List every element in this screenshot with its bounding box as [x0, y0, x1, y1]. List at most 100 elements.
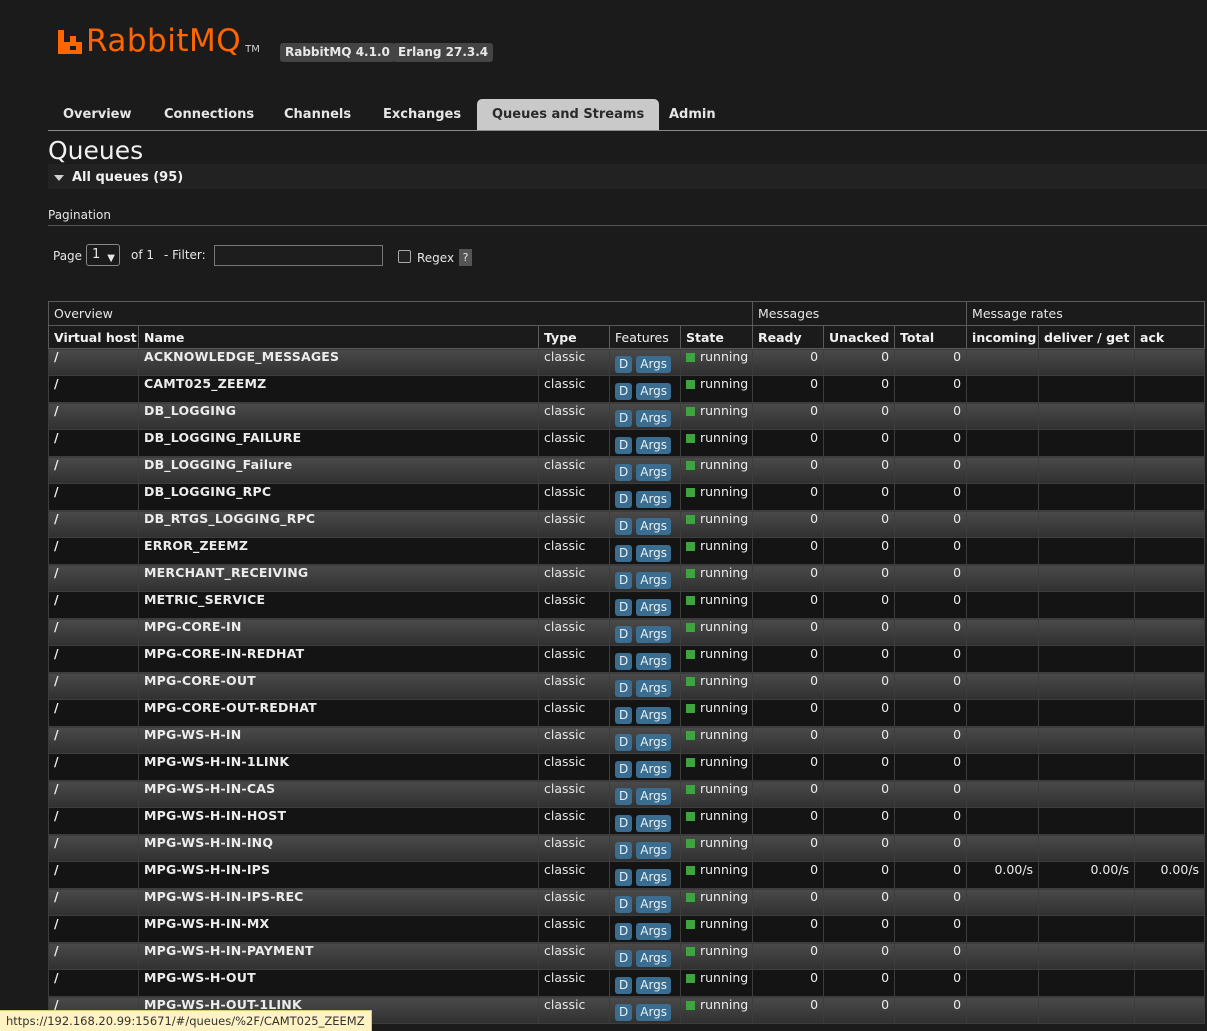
running-status-icon	[686, 704, 695, 713]
ack-rate-cell	[1134, 942, 1206, 970]
col-ready[interactable]: Ready	[752, 325, 825, 349]
state-label: running	[700, 646, 749, 662]
deliver-get-rate-cell	[1038, 888, 1136, 916]
table-row[interactable]: / ACKNOWLEDGE_MESSAGES classic D Args running…	[48, 348, 1206, 376]
queue-name-link[interactable]: MPG-WS-H-IN-CAS	[138, 780, 539, 808]
queue-name-link[interactable]: DB_RTGS_LOGGING_RPC	[138, 510, 539, 538]
table-row[interactable]: / MPG-CORE-OUT-REDHAT classic D Args running 0…	[48, 699, 1206, 727]
queue-name-link[interactable]: MPG-WS-H-OUT	[138, 969, 539, 997]
queue-name-link[interactable]: DB_LOGGING	[138, 402, 539, 430]
incoming-rate-cell	[966, 591, 1040, 619]
durable-badge: D	[615, 922, 633, 940]
table-row[interactable]: / MPG-WS-H-IN-1LINK classic D Args running 0 0 0	[48, 753, 1206, 781]
table-row[interactable]: / MPG-CORE-IN-REDHAT classic D Args running 0 0…	[48, 645, 1206, 673]
col-incoming[interactable]: incoming	[966, 325, 1040, 349]
tab-connections[interactable]: Connections	[149, 99, 269, 130]
browser-status-bar: https://192.168.20.99:15671/#/queues/%2F…	[0, 1010, 372, 1031]
queue-name-link[interactable]: MPG-CORE-OUT-REDHAT	[138, 699, 539, 727]
table-row[interactable]: / MPG-WS-H-IN-PAYMENT classic D Args running 0…	[48, 942, 1206, 970]
table-row[interactable]: / DB_LOGGING classic D Args running 0 0 0	[48, 402, 1206, 430]
col-total[interactable]: Total	[894, 325, 968, 349]
table-row[interactable]: / DB_LOGGING_Failure classic D Args running 0 0…	[48, 456, 1206, 484]
table-row[interactable]: / MPG-WS-H-IN-CAS classic D Args running 0 0 0	[48, 780, 1206, 808]
table-row[interactable]: / CAMT025_ZEEMZ classic D Args running 0 0 0	[48, 375, 1206, 403]
table-row[interactable]: / MPG-CORE-IN classic D Args running 0 0 0	[48, 618, 1206, 646]
tab-admin[interactable]: Admin	[654, 99, 731, 130]
tab-overview[interactable]: Overview	[48, 99, 147, 130]
table-row[interactable]: / MPG-CORE-OUT classic D Args running 0 0 0	[48, 672, 1206, 700]
total-cell: 0	[894, 537, 968, 565]
table-row[interactable]: / DB_RTGS_LOGGING_RPC classic D Args running 0…	[48, 510, 1206, 538]
table-row[interactable]: / DB_LOGGING_FAILURE classic D Args running 0 0…	[48, 429, 1206, 457]
col-deliver-get[interactable]: deliver / get	[1038, 325, 1136, 349]
queue-name-link[interactable]: MPG-WS-H-IN	[138, 726, 539, 754]
table-row[interactable]: / METRIC_SERVICE classic D Args running 0 0 0	[48, 591, 1206, 619]
table-row[interactable]: / DB_LOGGING_RPC classic D Args running 0 0 0	[48, 483, 1206, 511]
tab-channels[interactable]: Channels	[269, 99, 366, 130]
type-cell: classic	[538, 699, 610, 727]
page-label: Page	[53, 249, 83, 263]
total-cell: 0	[894, 645, 968, 673]
deliver-get-rate-cell	[1038, 402, 1136, 430]
tab-queues-and-streams[interactable]: Queues and Streams	[477, 99, 660, 130]
table-row[interactable]: / ERROR_ZEEMZ classic D Args running 0 0 0	[48, 537, 1206, 565]
ack-rate-cell	[1134, 807, 1206, 835]
queue-name-link[interactable]: MPG-WS-H-IN-IPS-REC	[138, 888, 539, 916]
queue-name-link[interactable]: MPG-CORE-OUT	[138, 672, 539, 700]
queue-name-link[interactable]: MPG-WS-H-IN-PAYMENT	[138, 942, 539, 970]
queue-name-link[interactable]: MPG-WS-H-IN-IPS	[138, 861, 539, 889]
all-queues-toggle[interactable]: All queues (95)	[54, 170, 183, 185]
deliver-get-rate-cell	[1038, 537, 1136, 565]
table-row[interactable]: / MPG-WS-H-OUT classic D Args running 0 0 0	[48, 969, 1206, 997]
state-cell: running	[679, 699, 754, 727]
regex-checkbox[interactable]	[398, 250, 411, 263]
col-ack[interactable]: ack	[1134, 325, 1206, 349]
features-cell: D Args	[609, 753, 681, 781]
table-row[interactable]: / MPG-WS-H-IN-INQ classic D Args running 0 0 0	[48, 834, 1206, 862]
queue-name-link[interactable]: MPG-CORE-IN-REDHAT	[138, 645, 539, 673]
running-status-icon	[686, 650, 695, 659]
queue-name-link[interactable]: DB_LOGGING_FAILURE	[138, 429, 539, 457]
vhost-cell: /	[48, 915, 139, 943]
state-cell: running	[679, 780, 754, 808]
queue-name-link[interactable]: ACKNOWLEDGE_MESSAGES	[138, 348, 539, 376]
state-cell: running	[679, 510, 754, 538]
queue-name-link[interactable]: MERCHANT_RECEIVING	[138, 564, 539, 592]
col-name[interactable]: Name	[138, 325, 539, 349]
table-row[interactable]: / MPG-WS-H-IN-IPS-REC classic D Args running 0…	[48, 888, 1206, 916]
table-row[interactable]: / MPG-WS-H-IN-IPS classic D Args running 0 0 0 0.…	[48, 861, 1206, 889]
state-cell: running	[679, 564, 754, 592]
filter-input[interactable]	[214, 245, 383, 266]
col-virtual-host[interactable]: Virtual host	[48, 325, 139, 349]
queue-name-link[interactable]: DB_LOGGING_Failure	[138, 456, 539, 484]
state-cell: running	[679, 996, 754, 1024]
col-state[interactable]: State	[679, 325, 754, 349]
queue-name-link[interactable]: MPG-WS-H-IN-1LINK	[138, 753, 539, 781]
ack-rate-cell	[1134, 402, 1206, 430]
tab-exchanges[interactable]: Exchanges	[368, 99, 476, 130]
unacked-cell: 0	[823, 834, 896, 862]
regex-help-button[interactable]: ?	[459, 249, 472, 266]
incoming-rate-cell	[966, 969, 1040, 997]
col-unacked[interactable]: Unacked	[823, 325, 896, 349]
queue-name-link[interactable]: MPG-WS-H-IN-MX	[138, 915, 539, 943]
queue-name-link[interactable]: MPG-WS-H-IN-INQ	[138, 834, 539, 862]
features-cell: D Args	[609, 807, 681, 835]
queue-name-link[interactable]: MPG-CORE-IN	[138, 618, 539, 646]
queue-name-link[interactable]: MPG-WS-H-IN-HOST	[138, 807, 539, 835]
queue-name-link[interactable]: CAMT025_ZEEMZ	[138, 375, 539, 403]
queue-name-link[interactable]: DB_LOGGING_RPC	[138, 483, 539, 511]
page-select[interactable]: 1 ▼	[86, 244, 120, 266]
table-row[interactable]: / MERCHANT_RECEIVING classic D Args running 0 0…	[48, 564, 1206, 592]
rabbitmq-logo[interactable]: RabbitMQ TM	[58, 26, 260, 57]
type-cell: classic	[538, 834, 610, 862]
unacked-cell: 0	[823, 699, 896, 727]
vhost-cell: /	[48, 753, 139, 781]
col-type[interactable]: Type	[538, 325, 610, 349]
table-row[interactable]: / MPG-WS-H-IN-MX classic D Args running 0 0 0	[48, 915, 1206, 943]
table-row[interactable]: / MPG-WS-H-IN-HOST classic D Args running 0 0 0	[48, 807, 1206, 835]
table-row[interactable]: / MPG-WS-H-IN classic D Args running 0 0 0	[48, 726, 1206, 754]
queue-name-link[interactable]: METRIC_SERVICE	[138, 591, 539, 619]
queue-name-link[interactable]: ERROR_ZEEMZ	[138, 537, 539, 565]
ack-rate-cell	[1134, 564, 1206, 592]
